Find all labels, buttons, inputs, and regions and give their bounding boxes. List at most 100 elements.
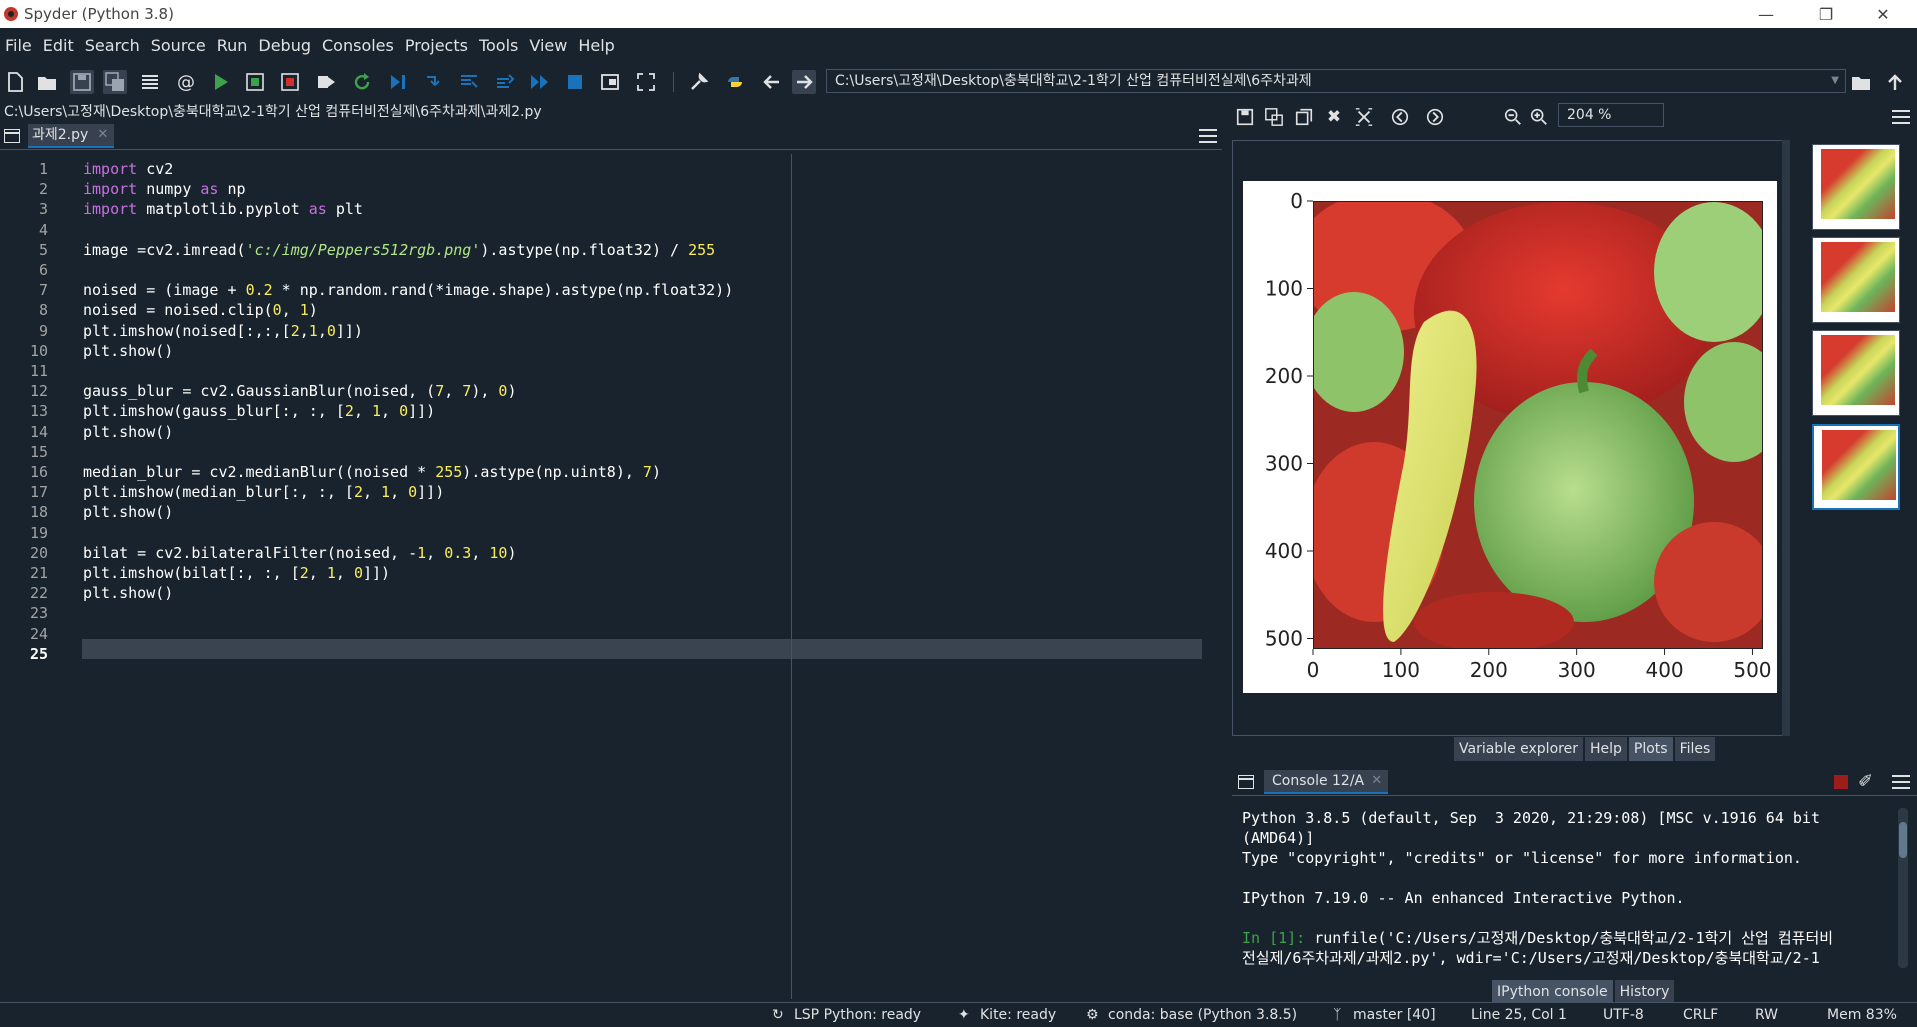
code-line[interactable]: image =cv2.imread('c:/img/Peppers512rgb.… xyxy=(83,241,715,259)
menu-debug[interactable]: Debug xyxy=(253,36,317,55)
chevron-down-icon[interactable]: ▼ xyxy=(1831,70,1839,92)
code-line[interactable]: plt.show() xyxy=(83,342,173,360)
code-line[interactable]: plt.imshow(gauss_blur[:, :, [2, 1, 0]]) xyxy=(83,402,435,420)
browse-directory-icon[interactable] xyxy=(1849,70,1873,94)
menu-file[interactable]: File xyxy=(0,36,38,55)
new-file-icon[interactable] xyxy=(3,70,27,94)
menu-tools[interactable]: Tools xyxy=(474,36,524,55)
line-number: 6 xyxy=(38,261,48,279)
tab-files[interactable]: Files xyxy=(1674,737,1716,761)
console-options-menu-icon[interactable] xyxy=(1892,775,1910,789)
zoom-in-icon[interactable] xyxy=(1526,104,1552,130)
menu-consoles[interactable]: Consoles xyxy=(317,36,400,55)
run-cell-icon[interactable] xyxy=(243,70,267,94)
save-plot-icon[interactable] xyxy=(1232,104,1258,130)
console-scrollbar[interactable] xyxy=(1898,808,1908,968)
tab-plots[interactable]: Plots xyxy=(1628,737,1673,761)
plot-scrollbar[interactable] xyxy=(1782,140,1790,736)
plots-options-menu-icon[interactable] xyxy=(1892,110,1910,124)
fullscreen-icon[interactable] xyxy=(634,70,658,94)
menu-source[interactable]: Source xyxy=(146,36,212,55)
code-line[interactable]: import matplotlib.pyplot as plt xyxy=(83,200,363,218)
code-line[interactable]: plt.imshow(noised[:,:,[2,1,0]]) xyxy=(83,322,363,340)
interrupt-kernel-icon[interactable] xyxy=(1834,775,1848,789)
code-line[interactable]: import numpy as np xyxy=(83,180,246,198)
code-line[interactable]: median_blur = cv2.medianBlur((noised * 2… xyxy=(83,463,661,481)
menu-view[interactable]: View xyxy=(524,36,573,55)
conda-status[interactable]: conda: base (Python 3.8.5) xyxy=(1108,1007,1297,1023)
forward-arrow-icon[interactable] xyxy=(792,70,816,94)
code-area[interactable]: import cv2 import numpy as np import matpl… xyxy=(80,154,1222,999)
at-icon[interactable]: @ xyxy=(174,70,198,94)
save-all-plots-icon[interactable] xyxy=(1261,104,1287,130)
code-line[interactable]: noised = noised.clip(0, 1) xyxy=(83,301,318,319)
back-arrow-icon[interactable] xyxy=(760,70,784,94)
stop-debug-icon[interactable] xyxy=(563,70,587,94)
tab-variable-explorer[interactable]: Variable explorer xyxy=(1454,737,1583,761)
code-line[interactable]: plt.imshow(bilat[:, :, [2, 1, 0]]) xyxy=(83,564,390,582)
code-line[interactable]: plt.show() xyxy=(83,503,173,521)
next-plot-icon[interactable] xyxy=(1422,104,1448,130)
zoom-out-icon[interactable] xyxy=(1500,104,1526,130)
close-window-button[interactable]: ✕ xyxy=(1860,0,1906,28)
python-path-icon[interactable] xyxy=(723,70,747,94)
remove-plot-icon[interactable]: ✖ xyxy=(1321,104,1347,130)
run-icon[interactable] xyxy=(209,70,233,94)
editor-options-menu-icon[interactable] xyxy=(1199,129,1217,143)
previous-plot-icon[interactable] xyxy=(1387,104,1413,130)
copy-plot-icon[interactable] xyxy=(1291,104,1317,130)
plot-thumbnail[interactable] xyxy=(1812,237,1900,323)
editor-tab-active[interactable]: 과제2.py ✕ xyxy=(28,124,115,148)
step-icon[interactable] xyxy=(422,70,446,94)
working-directory-combo[interactable]: C:\Users\고정재\Desktop\충북대학교\2-1학기 산업 컴퓨터비… xyxy=(826,69,1846,93)
open-file-icon[interactable] xyxy=(35,70,59,94)
minimize-button[interactable]: — xyxy=(1743,0,1789,28)
lsp-status[interactable]: LSP Python: ready xyxy=(794,1007,921,1023)
git-status[interactable]: master [40] xyxy=(1353,1007,1436,1023)
restore-button[interactable]: ❐ xyxy=(1803,0,1849,28)
menu-help[interactable]: Help xyxy=(573,36,620,55)
menu-run[interactable]: Run xyxy=(212,36,254,55)
tab-help[interactable]: Help xyxy=(1584,737,1627,761)
menu-edit[interactable]: Edit xyxy=(38,36,80,55)
close-tab-icon[interactable]: ✕ xyxy=(97,124,108,146)
tab-history[interactable]: History xyxy=(1614,980,1675,1004)
code-line[interactable]: gauss_blur = cv2.GaussianBlur(noised, (7… xyxy=(83,382,516,400)
clear-console-icon[interactable]: ✐ xyxy=(1858,771,1873,792)
plot-thumbnail[interactable] xyxy=(1812,144,1900,230)
preferences-wrench-icon[interactable] xyxy=(687,70,711,94)
plot-thumbnail[interactable] xyxy=(1812,330,1900,416)
ipython-console[interactable]: Python 3.8.5 (default, Sep 3 2020, 21:29… xyxy=(1232,800,1896,972)
browse-tabs-icon[interactable] xyxy=(1238,775,1254,789)
code-line[interactable]: plt.imshow(median_blur[:, :, [2, 1, 0]]) xyxy=(83,483,444,501)
step-return-icon[interactable] xyxy=(493,70,517,94)
continue-icon[interactable] xyxy=(528,70,552,94)
remove-all-plots-icon[interactable] xyxy=(1351,104,1377,130)
menu-search[interactable]: Search xyxy=(80,36,146,55)
zoom-level-field[interactable]: 204 % xyxy=(1558,103,1664,127)
console-tab-active[interactable]: Console 12/A ✕ xyxy=(1264,770,1389,794)
code-line[interactable]: plt.show() xyxy=(83,584,173,602)
maximize-pane-icon[interactable] xyxy=(598,70,622,94)
browse-tabs-icon[interactable] xyxy=(4,129,20,143)
console-scrollbar-thumb[interactable] xyxy=(1899,822,1907,858)
tab-ipython-console[interactable]: IPython console xyxy=(1492,980,1613,1004)
code-line[interactable]: noised = (image + 0.2 * np.random.rand(*… xyxy=(83,281,733,299)
debug-icon[interactable] xyxy=(386,70,410,94)
parent-directory-icon[interactable] xyxy=(1883,70,1907,94)
code-line[interactable]: bilat = cv2.bilateralFilter(noised, -1, … xyxy=(83,544,516,562)
save-all-icon[interactable] xyxy=(103,70,127,94)
code-editor[interactable]: 1 2 3 4 5 6 7 8 9 10 11 12 13 14 15 16 17 18 19 20 21 22 23 24 2… xyxy=(0,154,1222,999)
run-selection-icon[interactable] xyxy=(314,70,338,94)
code-line[interactable]: plt.show() xyxy=(83,423,173,441)
close-tab-icon[interactable]: ✕ xyxy=(1371,770,1382,792)
run-cell-advance-icon[interactable] xyxy=(278,70,302,94)
rerun-icon[interactable] xyxy=(350,70,374,94)
save-file-icon[interactable] xyxy=(70,70,94,94)
plot-thumbnail-selected[interactable] xyxy=(1812,424,1900,510)
menu-projects[interactable]: Projects xyxy=(400,36,474,55)
kite-status[interactable]: Kite: ready xyxy=(980,1007,1056,1023)
code-line[interactable]: import cv2 xyxy=(83,160,173,178)
step-into-icon[interactable] xyxy=(457,70,481,94)
browse-tabs-icon[interactable] xyxy=(138,70,162,94)
